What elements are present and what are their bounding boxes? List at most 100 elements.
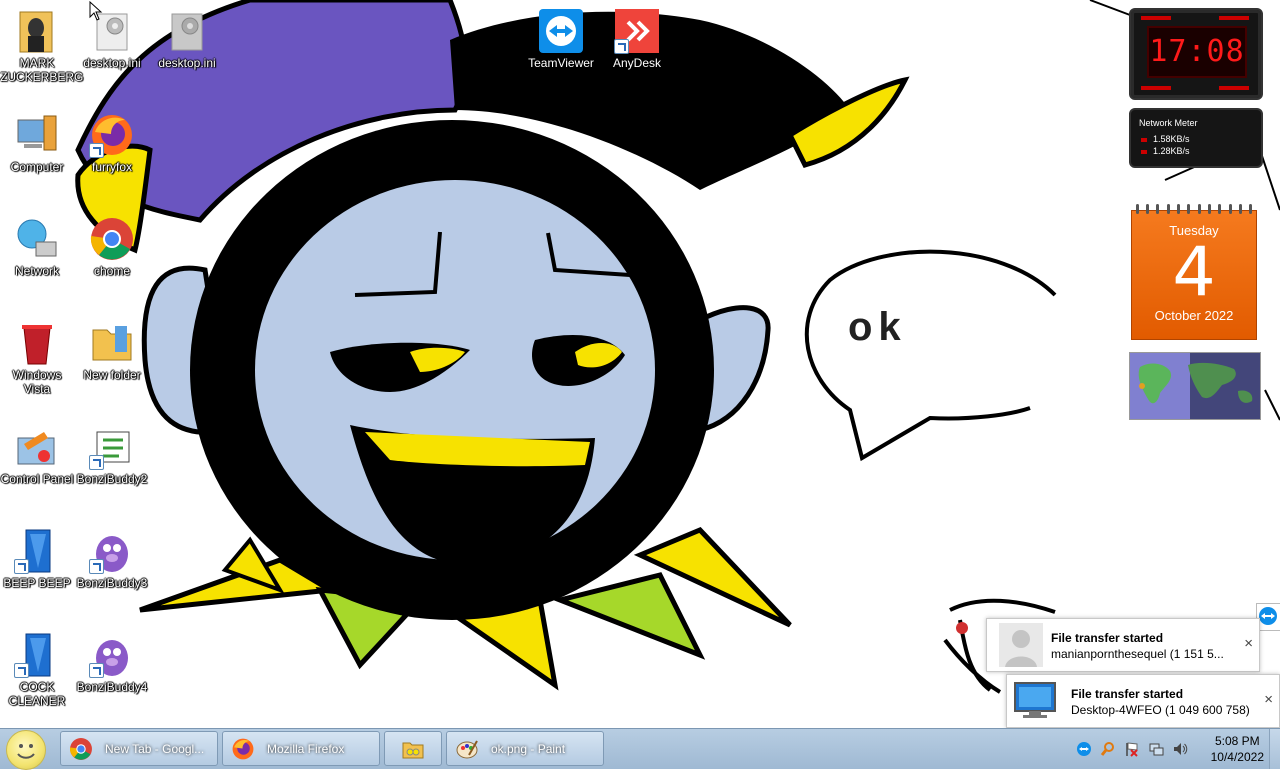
paint-icon: [455, 737, 479, 761]
download-indicator-icon: [1141, 137, 1147, 142]
show-desktop-button[interactable]: [1269, 729, 1280, 769]
taskbar-button-paint[interactable]: ok.png - Paint: [446, 731, 604, 766]
clock-gadget[interactable]: 17:08: [1129, 8, 1263, 100]
clock-gadget-time: 17:08: [1147, 26, 1247, 78]
desktop-icon-desktop-ini-2[interactable]: desktop.ini: [150, 8, 224, 70]
desktop-icon-label: desktop.ini: [158, 56, 216, 70]
desktop-icon-windows-vista[interactable]: Windows Vista: [0, 320, 74, 396]
media-file-icon: [89, 424, 135, 470]
search-tray-icon[interactable]: [1100, 741, 1116, 757]
desktop-icon-anydesk[interactable]: AnyDesk: [600, 8, 674, 70]
start-button[interactable]: [6, 730, 46, 770]
speech-bubble: [804, 249, 1057, 462]
volume-icon[interactable]: [1172, 741, 1188, 757]
notification-file-transfer-1[interactable]: File transfer started manianporntheseque…: [986, 618, 1260, 672]
teamviewer-icon: [538, 8, 584, 54]
network-icon: [14, 216, 60, 262]
file-explorer-icon: [401, 737, 425, 761]
network-meter-down-row: 1.58KB/s: [1141, 134, 1190, 144]
smiley-start-icon: [17, 744, 35, 759]
bonzibuddy-icon: [89, 528, 135, 574]
computer-icon: [14, 112, 60, 158]
firefox-icon: [231, 737, 255, 761]
network-tray-icon[interactable]: [1148, 741, 1164, 757]
taskbar-clock-time: 5:08 PM: [1214, 734, 1260, 748]
notification-body: manianpornthesequel (1 151 5...: [1051, 647, 1224, 661]
action-center-flag-icon[interactable]: [1124, 741, 1140, 757]
calendar-day: 4: [1172, 233, 1216, 312]
desktop-icon-teamviewer[interactable]: TeamViewer: [524, 8, 598, 70]
desktop-icon-new-folder[interactable]: New folder: [75, 320, 149, 382]
desktop-icon-computer[interactable]: Computer: [0, 112, 74, 174]
folder-icon: [89, 320, 135, 366]
world-map-icon: [1130, 353, 1260, 419]
desktop-icon-cock-cleaner[interactable]: COCK CLEANER: [0, 632, 74, 708]
folder-person-icon: [14, 8, 60, 54]
desktop-icon-label: BonziBuddy4: [76, 680, 148, 694]
taskbar: New Tab - Googl... Mozilla Firefox ok.pn…: [0, 728, 1280, 770]
taskbar-button-label: Mozilla Firefox: [267, 742, 345, 756]
taskbar-button-firefox[interactable]: Mozilla Firefox: [222, 731, 380, 766]
bonzibuddy-icon: [89, 632, 135, 678]
taskbar-button-label: ok.png - Paint: [491, 742, 566, 756]
doodle-dot: [956, 622, 968, 634]
desktop-icon-label: New folder: [83, 368, 141, 382]
chrome-icon: [89, 216, 135, 262]
teamviewer-tray-icon[interactable]: [1076, 741, 1092, 757]
desktop-icon-label: Windows Vista: [12, 368, 62, 396]
desktop-icon-bonzibuddy2[interactable]: BonziBuddy2: [75, 424, 149, 486]
desktop-icon-bonzibuddy3[interactable]: BonziBuddy3: [75, 528, 149, 590]
mouse-cursor-icon: [89, 1, 103, 21]
desktop-icon-label: TeamViewer: [528, 56, 594, 70]
desktop-icon-chome[interactable]: chome: [75, 216, 149, 278]
desktop-icon-label: desktop.ini: [83, 56, 141, 70]
taskbar-button-chrome[interactable]: New Tab - Googl...: [60, 731, 218, 766]
network-meter-up: 1.28KB/s: [1153, 146, 1190, 156]
blue-app-icon: [14, 528, 60, 574]
notification-title: File transfer started: [1051, 631, 1164, 645]
desktop-icon-label: Control Panel: [0, 472, 74, 486]
world-map-gadget[interactable]: [1129, 352, 1261, 420]
upload-indicator-icon: [1141, 149, 1147, 154]
desktop-icon-label: furryfox: [91, 160, 132, 174]
desktop-icon-label: Computer: [10, 160, 64, 174]
desktop-icon-furryfox[interactable]: furryfox: [75, 112, 149, 174]
notification-file-transfer-2[interactable]: File transfer started Desktop-4WFEO (1 0…: [1006, 674, 1280, 728]
notification-close-button[interactable]: ×: [1264, 691, 1273, 708]
notification-title: File transfer started: [1071, 687, 1184, 701]
desktop-icon-desktop-ini-1[interactable]: desktop.ini: [75, 8, 149, 70]
network-meter-up-row: 1.28KB/s: [1141, 146, 1190, 156]
calendar-gadget[interactable]: Tuesday 4 October 2022: [1131, 204, 1257, 340]
notification-close-button[interactable]: ×: [1244, 635, 1253, 652]
recycle-bin-icon: [14, 320, 60, 366]
desktop-icon-network[interactable]: Network: [0, 216, 74, 278]
taskbar-clock-date: 10/4/2022: [1210, 750, 1264, 764]
desktop-icon-beep-beep[interactable]: BEEP BEEP: [0, 528, 74, 590]
network-meter-down: 1.58KB/s: [1153, 134, 1190, 144]
desktop-icon-label: MARK ZUCKERBERG: [0, 56, 84, 84]
teamviewer-icon: [1259, 607, 1277, 625]
network-meter-title: Network Meter: [1139, 118, 1198, 128]
taskbar-button-label: New Tab - Googl...: [105, 742, 205, 756]
desktop-icon-label: BonziBuddy3: [76, 576, 148, 590]
calendar-month-year: October 2022: [1154, 308, 1234, 323]
user-avatar-icon: [999, 623, 1043, 667]
desktop-icon-label: COCK CLEANER: [8, 680, 66, 708]
desktop-icon-label: BonziBuddy2: [76, 472, 148, 486]
network-meter-gadget[interactable]: Network Meter 1.58KB/s 1.28KB/s: [1129, 108, 1263, 168]
desktop-icon-label: chome: [93, 264, 131, 278]
desktop-icon-label: AnyDesk: [612, 56, 662, 70]
taskbar-clock[interactable]: 5:08 PM 10/4/2022: [1211, 733, 1264, 765]
desktop-icon-control-panel[interactable]: Control Panel: [0, 424, 74, 486]
calendar-rings: [1132, 204, 1256, 214]
firefox-icon: [89, 112, 135, 158]
monitor-icon: [1013, 681, 1057, 721]
desktop-icon-mark-zuckerberg[interactable]: MARK ZUCKERBERG: [0, 8, 84, 84]
control-panel-icon: [14, 424, 60, 470]
desktop-icon-bonzibuddy4[interactable]: BonziBuddy4: [75, 632, 149, 694]
blue-app-icon: [14, 632, 60, 678]
taskbar-button-explorer[interactable]: [384, 731, 442, 766]
anydesk-icon: [614, 8, 660, 54]
speech-text: ok: [848, 305, 907, 349]
notification-body: Desktop-4WFEO (1 049 600 758): [1071, 703, 1250, 717]
